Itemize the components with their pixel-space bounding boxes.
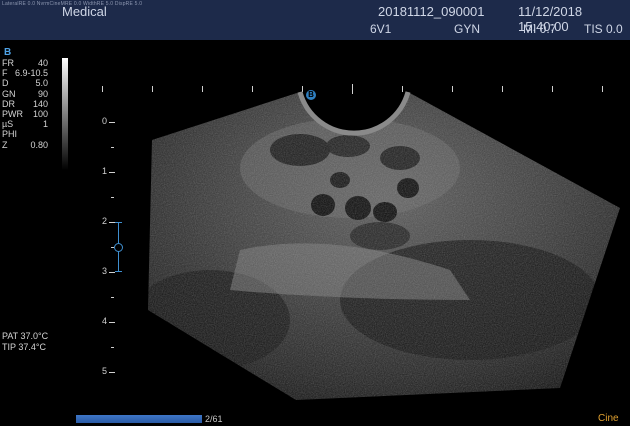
ultrasound-image <box>148 91 620 400</box>
cine-frame-position: 2/61 <box>205 414 223 424</box>
orientation-marker: B <box>306 90 316 100</box>
cine-progress-bar[interactable] <box>76 415 202 423</box>
cine-mode-label: Cine <box>598 413 619 424</box>
